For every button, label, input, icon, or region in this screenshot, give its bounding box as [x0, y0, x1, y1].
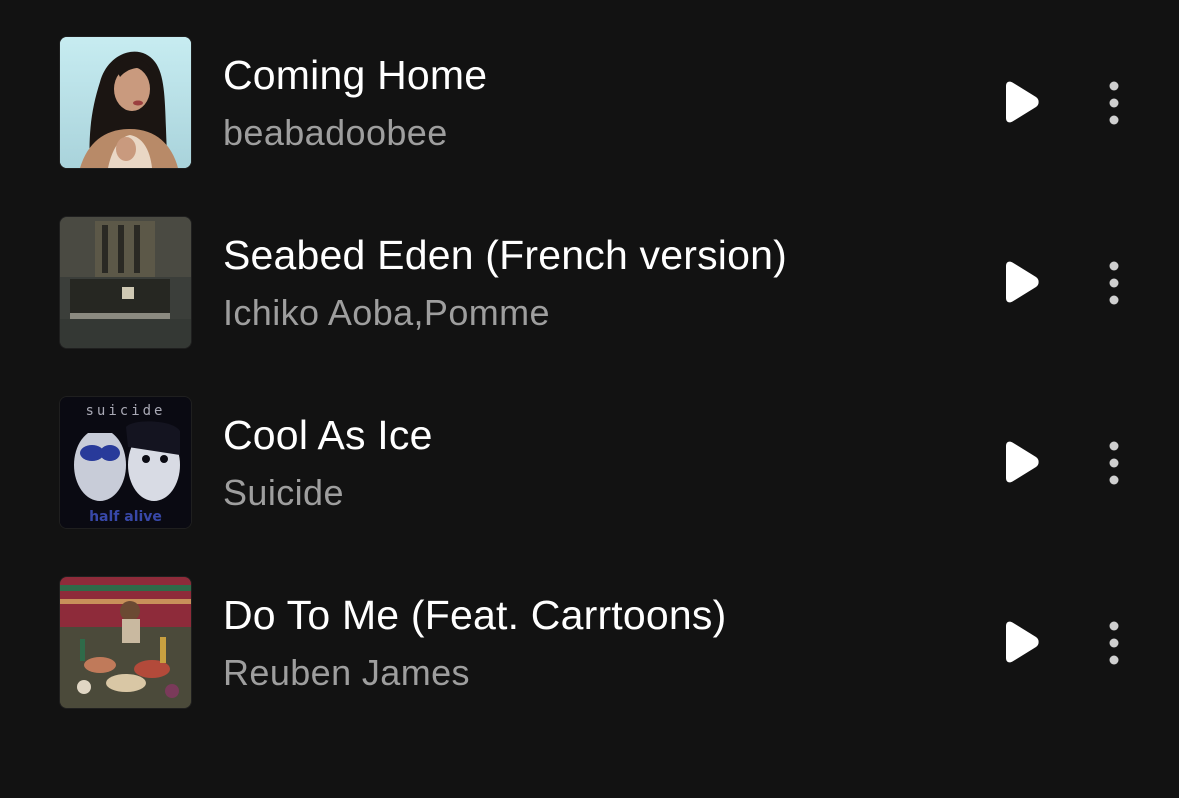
play-icon	[1006, 441, 1039, 483]
play-icon	[1006, 81, 1039, 123]
album-cover-suicide-half-alive-icon: suicide half alive	[60, 397, 191, 528]
track-title: Coming Home	[223, 52, 488, 98]
play-button[interactable]	[996, 437, 1046, 489]
track-list: Coming Home beabadoobee Seabed Eden (Fre…	[0, 0, 1179, 798]
play-button[interactable]	[996, 77, 1046, 129]
more-options-button[interactable]	[1094, 257, 1134, 309]
track-row[interactable]: Coming Home beabadoobee	[0, 12, 1179, 192]
more-options-button[interactable]	[1094, 437, 1134, 489]
more-vertical-icon	[1109, 441, 1119, 485]
album-cover: suicide half alive	[60, 397, 191, 528]
more-vertical-icon	[1109, 81, 1119, 125]
play-icon	[1006, 261, 1039, 303]
track-row[interactable]: Do To Me (Feat. Carrtoons) Reuben James	[0, 552, 1179, 732]
more-vertical-icon	[1109, 621, 1119, 665]
track-row[interactable]: Seabed Eden (French version) Ichiko Aoba…	[0, 192, 1179, 372]
cover-text-bottom: half alive	[89, 509, 162, 525]
album-cover-piano-room-icon	[60, 217, 191, 348]
track-artist[interactable]: Ichiko Aoba,Pomme	[223, 292, 550, 334]
album-cover-feast-table-icon	[60, 577, 191, 708]
play-button[interactable]	[996, 617, 1046, 669]
album-cover	[60, 577, 191, 708]
more-vertical-icon	[1109, 261, 1119, 305]
cover-text-top: suicide	[85, 403, 165, 419]
track-title: Cool As Ice	[223, 412, 433, 458]
more-options-button[interactable]	[1094, 617, 1134, 669]
track-title: Seabed Eden (French version)	[223, 232, 787, 278]
album-cover	[60, 37, 191, 168]
album-cover-portrait-icon	[60, 37, 191, 168]
track-artist[interactable]: beabadoobee	[223, 112, 448, 154]
track-title: Do To Me (Feat. Carrtoons)	[223, 592, 727, 638]
more-options-button[interactable]	[1094, 77, 1134, 129]
track-artist[interactable]: Reuben James	[223, 652, 470, 694]
track-row[interactable]: suicide half alive Cool As Ice Suicide	[0, 372, 1179, 552]
album-cover	[60, 217, 191, 348]
track-artist[interactable]: Suicide	[223, 472, 344, 514]
play-icon	[1006, 621, 1039, 663]
play-button[interactable]	[996, 257, 1046, 309]
